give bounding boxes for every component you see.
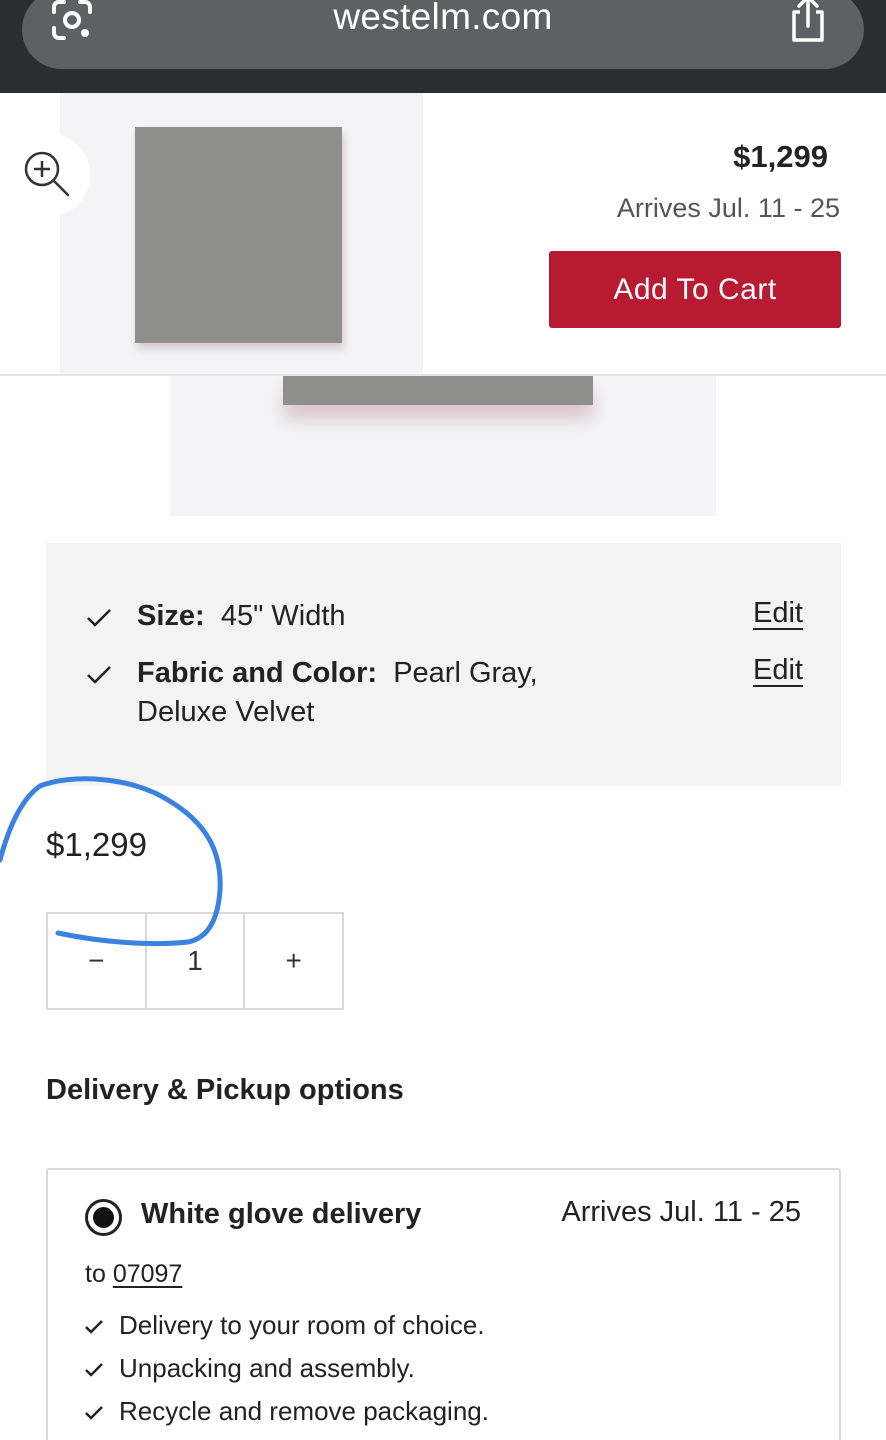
option-size-text: Size: 45" Width xyxy=(137,597,346,636)
product-image-shape xyxy=(283,376,593,405)
zoom-button[interactable] xyxy=(0,133,90,217)
feature-text: Unpacking and assembly. xyxy=(119,1353,415,1383)
url-text: westelm.com xyxy=(333,0,553,37)
check-icon xyxy=(85,1406,103,1420)
option-fabric-text: Fabric and Color: Pearl Gray, Deluxe Vel… xyxy=(137,654,538,732)
quantity-stepper: − 1 + xyxy=(46,912,344,1010)
delivery-radio-selected[interactable] xyxy=(85,1199,122,1236)
option-value: Pearl Gray, xyxy=(393,657,538,689)
option-label: Fabric and Color: xyxy=(137,657,378,689)
zoom-in-icon xyxy=(24,151,70,197)
increment-button[interactable]: + xyxy=(243,914,342,1008)
zip-code-link[interactable]: 07097 xyxy=(113,1260,183,1288)
quantity-value[interactable]: 1 xyxy=(144,914,244,1008)
check-icon xyxy=(87,609,111,627)
check-icon xyxy=(85,1363,103,1377)
option-label: Size: xyxy=(137,600,205,632)
edit-fabric-link[interactable]: Edit xyxy=(753,654,803,687)
delivery-feature-item: Recycle and remove packaging. xyxy=(85,1396,489,1427)
delivery-method-title: White glove delivery xyxy=(141,1198,422,1230)
option-value: 45" Width xyxy=(220,600,346,632)
delivery-arrival-estimate: Arrives Jul. 11 - 25 xyxy=(561,1196,801,1228)
selected-options-panel: Size: 45" Width Edit Fabric and Color: P… xyxy=(46,543,841,786)
browser-toolbar: westelm.com xyxy=(0,0,886,93)
decrement-button[interactable]: − xyxy=(48,914,145,1008)
sticky-product-summary: $1,299 Arrives Jul. 11 - 25 Add To Cart xyxy=(0,93,886,376)
sticky-arrival-estimate: Arrives Jul. 11 - 25 xyxy=(616,193,840,223)
edit-size-link[interactable]: Edit xyxy=(753,597,803,630)
option-value-line2: Deluxe Velvet xyxy=(137,696,315,728)
check-icon xyxy=(85,1320,103,1334)
feature-text: Recycle and remove packaging. xyxy=(119,1396,489,1426)
check-icon xyxy=(87,666,111,684)
product-main-image[interactable] xyxy=(170,376,716,516)
share-icon[interactable] xyxy=(786,0,830,44)
delivery-zip-line: to 07097 xyxy=(85,1260,182,1289)
delivery-feature-item: Unpacking and assembly. xyxy=(85,1353,415,1384)
product-swatch-image xyxy=(135,127,342,343)
product-price: $1,299 xyxy=(46,826,147,863)
address-bar[interactable]: westelm.com xyxy=(22,0,864,69)
delivery-feature-item: Delivery to your room of choice. xyxy=(85,1310,485,1341)
sticky-price: $1,299 xyxy=(733,139,828,174)
feature-text: Delivery to your room of choice. xyxy=(119,1310,485,1340)
product-thumbnail[interactable] xyxy=(60,93,423,374)
delivery-heading: Delivery & Pickup options xyxy=(46,1074,404,1106)
zip-prefix: to xyxy=(85,1260,106,1288)
delivery-option-card[interactable]: White glove delivery Arrives Jul. 11 - 2… xyxy=(46,1168,841,1440)
add-to-cart-button[interactable]: Add To Cart xyxy=(549,251,841,328)
